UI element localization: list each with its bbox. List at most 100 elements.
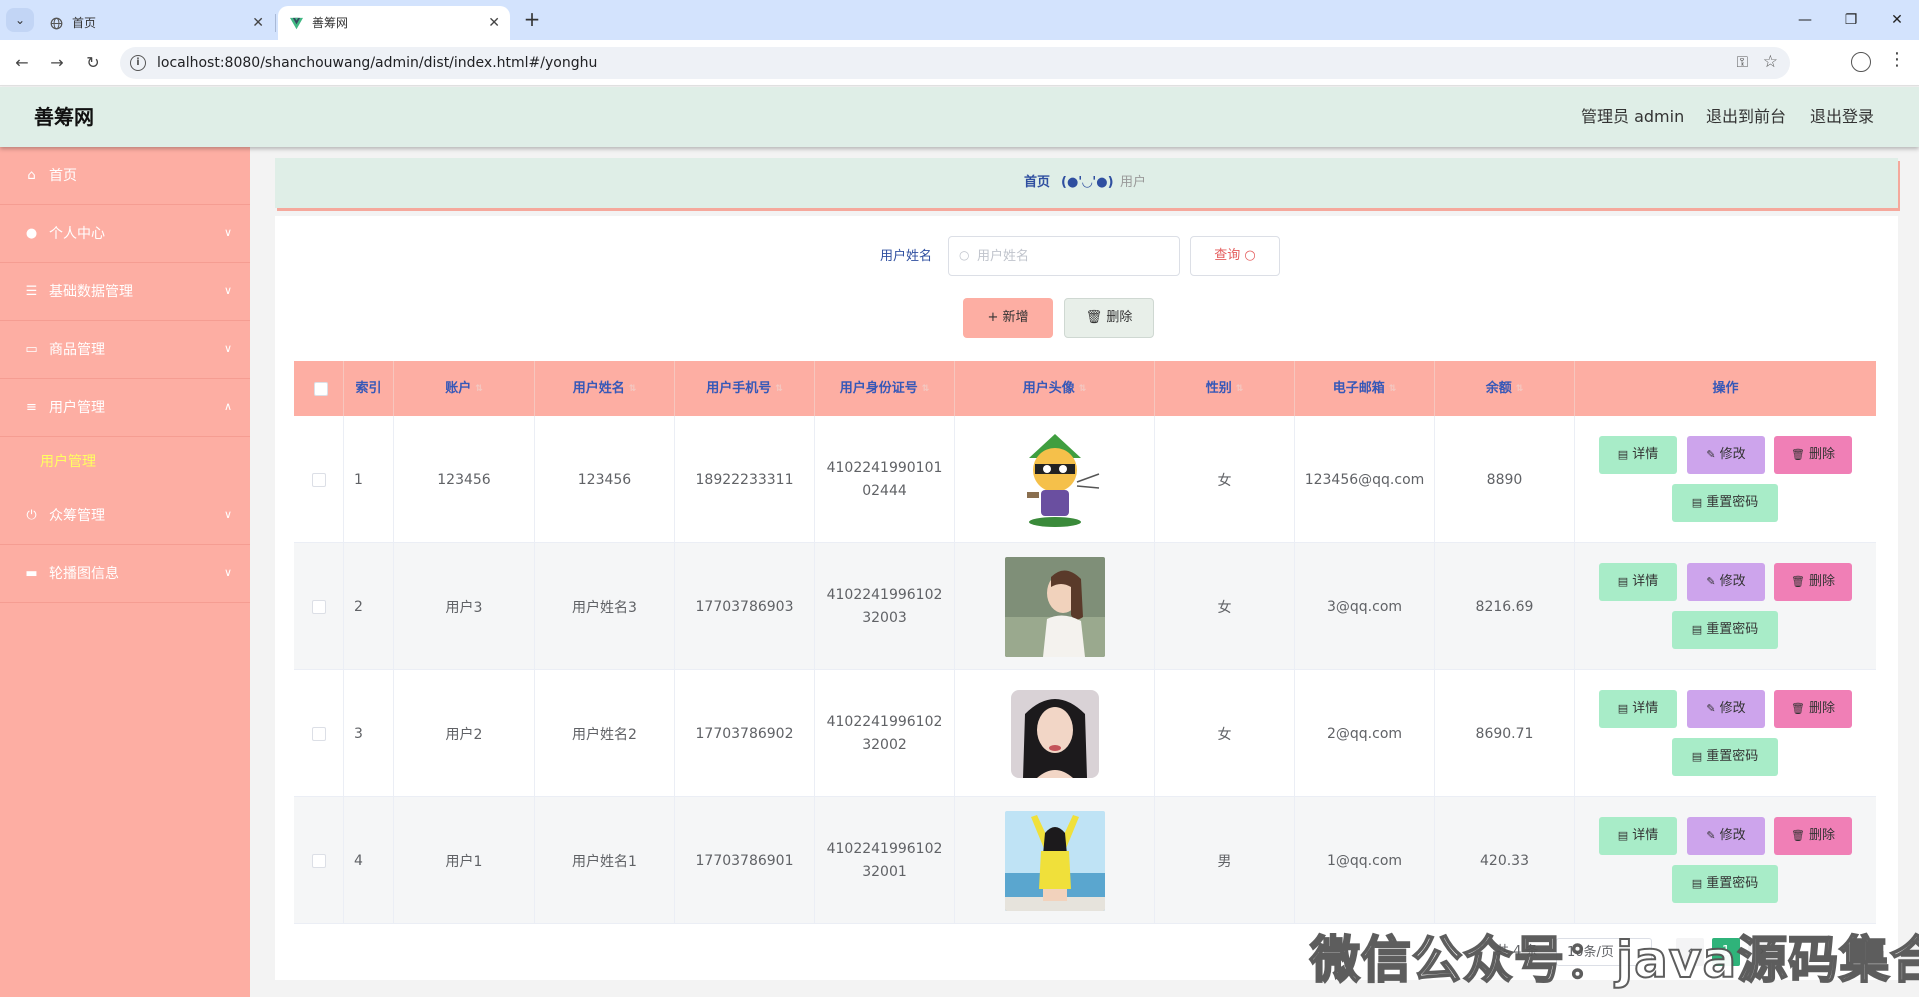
minimize-icon[interactable]: — [1790, 6, 1820, 34]
detail-button[interactable]: ▤ 详情 [1599, 563, 1677, 601]
credit-card-icon: ▭ [25, 342, 38, 357]
sort-icon[interactable]: ⇅ [475, 384, 483, 394]
batch-delete-button[interactable]: 🗑 删除 [1064, 298, 1154, 338]
column-header-gender[interactable]: 性别 ⇅ [1155, 361, 1295, 416]
sidebar-item-goods[interactable]: ▭ 商品管理 ∨ [0, 321, 250, 379]
bookmark-star-icon[interactable]: ☆ [1763, 52, 1778, 72]
row-checkbox[interactable] [311, 726, 326, 741]
sort-icon[interactable]: ⇅ [629, 384, 637, 394]
query-button[interactable]: 查询 ○ [1190, 236, 1280, 276]
close-icon[interactable]: ✕ [252, 6, 264, 40]
reset-password-button[interactable]: ▤ 重置密码 [1672, 611, 1778, 649]
sidebar-item-label: 个人中心 [49, 226, 105, 242]
cell-gender: 男 [1155, 797, 1295, 924]
reset-label: 重置密码 [1706, 622, 1759, 637]
detail-button[interactable]: ▤ 详情 [1599, 436, 1677, 474]
sidebar-item-crowdfunding[interactable]: ⏻ 众筹管理 ∨ [0, 487, 250, 545]
cell-balance: 8890 [1435, 416, 1575, 543]
window-close-icon[interactable]: ✕ [1882, 6, 1912, 34]
cell-email: 2@qq.com [1295, 670, 1435, 797]
delete-button[interactable]: 🗑 删除 [1774, 817, 1852, 855]
cell-index: 1 [344, 416, 394, 543]
row-checkbox[interactable] [311, 853, 326, 868]
url-field[interactable]: i localhost:8080/shanchouwang/admin/dist… [120, 47, 1790, 79]
cell-avatar [955, 416, 1155, 543]
column-header-phone[interactable]: 用户手机号 ⇅ [675, 361, 815, 416]
back-icon[interactable]: ← [11, 52, 33, 74]
more-menu-icon[interactable]: ⋮ [1888, 49, 1906, 71]
browser-tab-active[interactable]: 善筹网 ✕ [278, 6, 510, 40]
column-header-avatar[interactable]: 用户头像 ⇅ [955, 361, 1155, 416]
new-tab-button[interactable]: + [520, 8, 544, 32]
search-field[interactable]: ○ [948, 236, 1180, 276]
sort-icon[interactable]: ⇅ [1516, 384, 1524, 394]
edit-button[interactable]: ✎ 修改 [1687, 817, 1765, 855]
column-header-id-card[interactable]: 用户身份证号 ⇅ [815, 361, 955, 416]
sidebar-item-base-data[interactable]: ☰ 基础数据管理 ∨ [0, 263, 250, 321]
column-header-account[interactable]: 账户 ⇅ [394, 361, 535, 416]
logout-link[interactable]: 退出登录 [1810, 87, 1874, 147]
cell-name: 用户姓名2 [535, 670, 675, 797]
add-button[interactable]: + 新增 [963, 298, 1053, 338]
delete-button[interactable]: 🗑 删除 [1774, 690, 1852, 728]
admin-label: 管理员 admin [1581, 107, 1685, 126]
sort-icon[interactable]: ⇅ [922, 384, 930, 394]
row-checkbox[interactable] [311, 472, 326, 487]
sidebar: ⌂ 首页 ● 个人中心 ∨ ☰ 基础数据管理 ∨ ▭ 商品管理 ∨ ≡ 用户管理… [0, 147, 250, 997]
browser-tab-home[interactable]: 首页 ✕ [38, 6, 274, 40]
close-icon[interactable]: ✕ [488, 6, 500, 40]
edit-button[interactable]: ✎ 修改 [1687, 436, 1765, 474]
cell-email: 3@qq.com [1295, 543, 1435, 670]
sort-icon[interactable]: ⇅ [1079, 384, 1087, 394]
delete-button[interactable]: 🗑 删除 [1774, 436, 1852, 474]
column-label: 余额 [1485, 381, 1512, 396]
reset-password-button[interactable]: ▤ 重置密码 [1672, 738, 1778, 776]
restore-icon[interactable]: ❐ [1836, 6, 1866, 34]
back-to-front-link[interactable]: 退出到前台 [1706, 87, 1786, 147]
cell-actions: ▤ 详情 ✎ 修改 🗑 删除 ▤ 重置密码 [1575, 670, 1876, 797]
detail-button[interactable]: ▤ 详情 [1599, 690, 1677, 728]
column-header-email[interactable]: 电子邮箱 ⇅ [1295, 361, 1435, 416]
breadcrumb-home[interactable]: 首页 [1024, 158, 1050, 208]
sidebar-subitem-users[interactable]: 用户管理 [0, 437, 250, 487]
avatar[interactable] [1004, 810, 1105, 911]
cell-id-card: 410224199610232002 [815, 670, 955, 797]
column-header-balance[interactable]: 余额 ⇅ [1435, 361, 1575, 416]
search-input[interactable] [977, 245, 1167, 267]
reload-icon[interactable]: ↻ [82, 52, 104, 74]
row-checkbox[interactable] [311, 599, 326, 614]
url-text[interactable]: localhost:8080/shanchouwang/admin/dist/i… [157, 47, 597, 79]
avatar[interactable] [1004, 429, 1105, 530]
forward-icon[interactable]: → [46, 52, 68, 74]
delete-button[interactable]: 🗑 删除 [1774, 563, 1852, 601]
sort-icon[interactable]: ⇅ [775, 384, 783, 394]
power-icon: ⏻ [26, 508, 37, 523]
reset-password-button[interactable]: ▤ 重置密码 [1672, 484, 1778, 522]
avatar[interactable] [1004, 683, 1105, 784]
sidebar-item-users[interactable]: ≡ 用户管理 ∧ [0, 379, 250, 437]
site-info-icon[interactable]: i [130, 55, 146, 71]
sidebar-item-label: 首页 [49, 168, 77, 184]
sidebar-item-personal-center[interactable]: ● 个人中心 ∨ [0, 205, 250, 263]
reset-label: 重置密码 [1706, 749, 1759, 764]
detail-button[interactable]: ▤ 详情 [1599, 817, 1677, 855]
avatar[interactable] [1004, 556, 1105, 657]
column-label: 用户姓名 [572, 381, 625, 396]
sort-icon[interactable]: ⇅ [1236, 384, 1244, 394]
select-all-checkbox[interactable] [314, 382, 328, 396]
edit-button[interactable]: ✎ 修改 [1687, 690, 1765, 728]
table-header: 索引 账户 ⇅ 用户姓名 ⇅ 用户手机号 ⇅ 用户身份证号 ⇅ 用户头像 ⇅ 性别 ⇅ 电子… [294, 361, 1876, 416]
column-header-name[interactable]: 用户姓名 ⇅ [535, 361, 675, 416]
edit-button[interactable]: ✎ 修改 [1687, 563, 1765, 601]
password-key-icon[interactable]: ⚿ [1737, 53, 1748, 71]
column-label: 用户身份证号 [839, 381, 918, 396]
chevron-down-icon: ∨ [223, 226, 232, 239]
delete-label: 删除 [1808, 447, 1835, 462]
tab-search-button[interactable]: ⌄ [6, 8, 34, 32]
reset-password-button[interactable]: ▤ 重置密码 [1672, 865, 1778, 903]
sidebar-item-home[interactable]: ⌂ 首页 [0, 147, 250, 205]
globe-icon [50, 17, 63, 30]
profile-icon[interactable] [1851, 52, 1871, 72]
sidebar-item-carousel[interactable]: ▬ 轮播图信息 ∨ [0, 545, 250, 603]
sort-icon[interactable]: ⇅ [1389, 384, 1397, 394]
